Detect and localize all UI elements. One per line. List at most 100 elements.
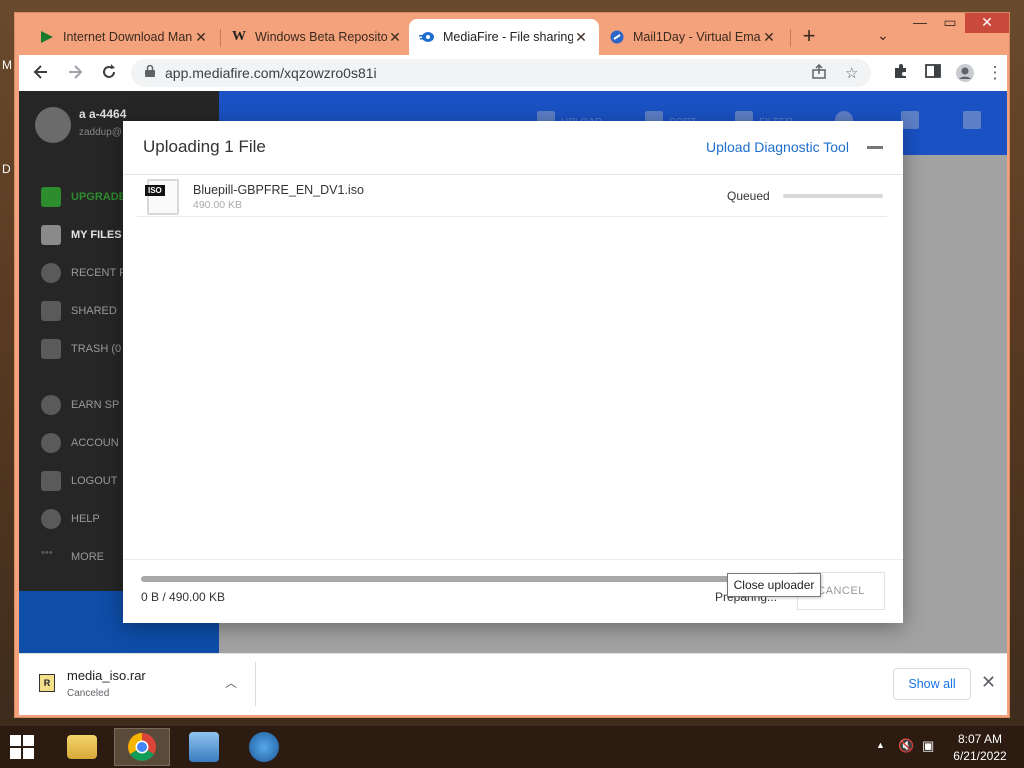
total-transferred: 0 B / 490.00 KB: [141, 590, 226, 604]
volume-muted-icon[interactable]: 🔇: [898, 738, 914, 754]
avatar[interactable]: [35, 107, 71, 143]
menu-kebab-icon[interactable]: ⋮: [985, 63, 1005, 83]
profile-avatar-icon[interactable]: [955, 63, 975, 83]
tab-mediafire[interactable]: MediaFire - File sharing ✕: [409, 19, 599, 55]
chrome-window: Internet Download Man ✕ W Windows Beta R…: [14, 12, 1010, 718]
account-email: zaddup@: [79, 127, 122, 138]
mediafire-page: a a-4464 zaddup@ UPGRADE MY FILES RECENT…: [19, 91, 1007, 653]
control-panel-icon: [189, 732, 219, 762]
file-progress-bar: [783, 194, 883, 198]
clock-time[interactable]: 8:07 AM: [944, 732, 1016, 746]
download-status: Canceled: [67, 688, 110, 699]
tab-windows-beta[interactable]: W Windows Beta Reposito ✕: [221, 19, 413, 55]
folder-icon: [67, 735, 97, 759]
taskbar: ▲ 🔇 ▣ 8:07 AM 6/21/2022: [0, 726, 1024, 768]
idm-globe-icon: [249, 732, 279, 762]
dialog-title: Uploading 1 File: [143, 137, 266, 156]
control-panel-taskbar-button[interactable]: [176, 728, 232, 766]
window-minimize-button[interactable]: —: [905, 13, 935, 33]
chevron-up-icon[interactable]: ︿: [225, 674, 237, 691]
trash-icon: [41, 339, 61, 359]
sidebar-item-label: MY FILES: [71, 229, 122, 241]
file-size: 490.00 KB: [193, 199, 243, 211]
sidebar-item-label: UPGRADE: [71, 191, 127, 203]
upload-dialog: Uploading 1 File Upload Diagnostic Tool …: [123, 121, 903, 623]
close-tab-icon[interactable]: ✕: [193, 29, 209, 46]
new-folder-icon[interactable]: [901, 111, 919, 129]
upload-diagnostic-link[interactable]: Upload Diagnostic Tool: [706, 139, 849, 155]
plus-circle-icon: [41, 395, 61, 415]
account-name: a a-4464: [79, 107, 127, 121]
window-maximize-button[interactable]: ▭: [935, 13, 965, 33]
download-shelf: R media_iso.rar Canceled ︿ Show all ✕: [19, 653, 1007, 715]
sidebar-item-label: MORE: [71, 551, 104, 563]
tab-mail1day[interactable]: Mail1Day - Virtual Ema ✕: [599, 19, 787, 55]
new-tab-button[interactable]: +: [797, 25, 821, 49]
close-tab-icon[interactable]: ✕: [387, 29, 403, 46]
desktop-icon-label-m: M: [2, 58, 12, 72]
sidebar-item-label: HELP: [71, 513, 100, 525]
sidebar-item-label: RECENT F: [71, 267, 126, 279]
sidebar-item-label: EARN SP: [71, 399, 120, 411]
back-arrow-icon[interactable]: [31, 63, 51, 83]
idm-play-icon: [39, 29, 55, 45]
close-tab-icon[interactable]: ✕: [573, 29, 589, 46]
close-uploader-tooltip: Close uploader: [727, 573, 821, 597]
forward-arrow-icon[interactable]: [65, 63, 85, 83]
share-icon[interactable]: [811, 63, 827, 84]
tab-title: MediaFire - File sharing: [443, 30, 573, 44]
minimize-uploader-button[interactable]: [867, 146, 883, 149]
folder-icon: [41, 225, 61, 245]
download-file-name[interactable]: media_iso.rar: [67, 668, 146, 683]
sidebar-item-label: TRASH (0: [71, 343, 122, 355]
tab-strip: Internet Download Man ✕ W Windows Beta R…: [15, 13, 1011, 55]
reload-icon[interactable]: [99, 63, 119, 83]
tab-title: Internet Download Man: [63, 30, 193, 44]
tab-title: Mail1Day - Virtual Ema: [633, 30, 761, 44]
idm-taskbar-button[interactable]: [236, 728, 292, 766]
close-icon[interactable]: ✕: [981, 672, 996, 693]
side-panel-icon[interactable]: [923, 63, 943, 83]
chrome-icon: [128, 733, 156, 761]
mediafire-icon: [419, 29, 435, 45]
upload-file-row: ISO Bluepill-GBPFRE_EN_DV1.iso 490.00 KB…: [137, 175, 887, 217]
windows-start-icon[interactable]: [6, 732, 40, 762]
network-icon[interactable]: ▣: [922, 738, 934, 754]
browser-toolbar: app.mediafire.com/xqzowzro0s81i ☆ ⋮: [19, 55, 1007, 91]
sidebar-item-label: ACCOUN: [71, 437, 119, 449]
close-tab-icon[interactable]: ✕: [761, 29, 777, 46]
file-type-badge: ISO: [145, 185, 165, 196]
help-icon: [41, 509, 61, 529]
file-status: Queued: [727, 189, 770, 203]
tab-divider: [790, 29, 791, 47]
address-bar[interactable]: app.mediafire.com/xqzowzro0s81i ☆: [131, 59, 871, 87]
logout-icon: [41, 471, 61, 491]
tab-idm[interactable]: Internet Download Man ✕: [29, 19, 219, 55]
lock-icon[interactable]: [145, 64, 155, 80]
iso-file-icon: ISO: [145, 179, 179, 215]
bookmark-star-icon[interactable]: ☆: [845, 64, 858, 82]
sidebar-item-label: LOGOUT: [71, 475, 118, 487]
url-text[interactable]: app.mediafire.com/xqzowzro0s81i: [165, 65, 377, 81]
show-hidden-icons-icon[interactable]: ▲: [876, 740, 885, 750]
chrome-taskbar-button[interactable]: [114, 728, 170, 766]
show-all-button[interactable]: Show all: [893, 668, 971, 700]
clock-date[interactable]: 6/21/2022: [944, 749, 1016, 763]
grid-view-icon[interactable]: [963, 111, 981, 129]
extensions-puzzle-icon[interactable]: [891, 63, 911, 83]
rar-archive-icon: R: [39, 674, 55, 692]
mail1day-icon: [609, 29, 625, 45]
upgrade-icon: [41, 187, 61, 207]
desktop-icon-label-d: D: [2, 162, 11, 176]
clock-icon: [41, 263, 61, 283]
file-explorer-taskbar-button[interactable]: [54, 728, 110, 766]
tab-search-chevron-icon[interactable]: ⌄: [877, 27, 889, 44]
gear-icon: [41, 433, 61, 453]
divider: [255, 662, 256, 706]
people-icon: [41, 301, 61, 321]
w-logo-icon: W: [232, 29, 246, 44]
more-dots-icon: •••: [41, 547, 53, 559]
window-close-button[interactable]: ✕: [965, 13, 1009, 33]
file-name: Bluepill-GBPFRE_EN_DV1.iso: [193, 183, 364, 197]
total-progress-bar: [141, 576, 779, 582]
